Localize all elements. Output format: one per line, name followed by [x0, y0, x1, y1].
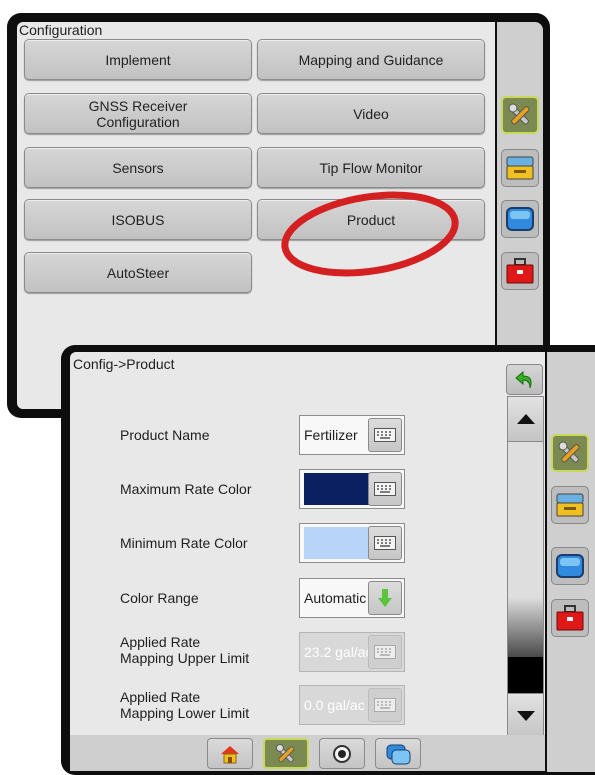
console-tab[interactable]	[501, 149, 539, 187]
product-name-field[interactable]: Fertilizer	[299, 415, 405, 455]
scroll-down-button[interactable]	[508, 693, 543, 738]
tools-icon	[558, 441, 580, 463]
toolbox-icon	[506, 258, 534, 284]
keyboard-icon	[374, 698, 396, 712]
minimum-rate-color-field[interactable]	[299, 523, 405, 563]
color-range-field[interactable]: Automatic	[299, 578, 405, 618]
highlight-circle	[281, 191, 459, 277]
maximum-rate-color-field[interactable]	[299, 469, 405, 509]
product-sidebar	[547, 352, 595, 772]
autosteer-button[interactable]: AutoSteer	[24, 252, 252, 293]
tools-tab[interactable]	[551, 434, 589, 472]
configuration-title: Configuration	[19, 22, 103, 38]
lower-limit-label: Applied Rate Mapping Lower Limit	[120, 689, 250, 721]
camera-tab[interactable]	[319, 738, 365, 769]
product-name-value: Fertilizer	[304, 427, 358, 443]
product-name-keyboard-button[interactable]	[368, 418, 402, 452]
maximum-rate-color-keyboard-button[interactable]	[368, 472, 402, 506]
color-range-label: Color Range	[120, 590, 199, 606]
minimum-rate-color-label: Minimum Rate Color	[120, 535, 248, 551]
toolbox-tab[interactable]	[551, 599, 589, 637]
keyboard-icon	[374, 482, 396, 496]
product-title: Config->Product	[73, 356, 175, 372]
back-button[interactable]	[506, 364, 543, 395]
sensors-button[interactable]: Sensors	[24, 147, 252, 188]
keyboard-icon	[374, 536, 396, 550]
upper-limit-label: Applied Rate Mapping Upper Limit	[120, 634, 250, 666]
home-tab[interactable]	[207, 738, 253, 769]
tip-flow-monitor-button[interactable]: Tip Flow Monitor	[257, 147, 485, 188]
color-range-value: Automatic	[304, 590, 367, 606]
tools-bottom-tab[interactable]	[263, 738, 309, 769]
upper-limit-field: 23.2 gal/ac	[299, 632, 405, 672]
triangle-down-icon	[516, 711, 535, 721]
screen-icon	[556, 554, 584, 578]
arrow-down-icon	[378, 589, 392, 607]
color-range-dropdown-button[interactable]	[368, 581, 402, 615]
video-button[interactable]: Video	[257, 93, 485, 134]
back-arrow-icon	[514, 370, 532, 388]
product-name-label: Product Name	[120, 427, 210, 443]
console-tab[interactable]	[551, 486, 589, 524]
product-panel: Config->Product Product Name Fertilizer …	[70, 352, 545, 738]
upper-limit-keyboard-button	[368, 635, 402, 669]
toolbox-icon	[556, 605, 584, 631]
mapping-and-guidance-button[interactable]: Mapping and Guidance	[257, 39, 485, 80]
tools-icon	[508, 103, 530, 125]
lower-limit-value: 0.0 gal/ac	[304, 697, 365, 713]
maximum-rate-color-label: Maximum Rate Color	[120, 481, 252, 497]
scrollbar[interactable]	[507, 396, 544, 738]
tools-icon	[276, 743, 295, 762]
minimum-rate-color-keyboard-button[interactable]	[368, 526, 402, 560]
isobus-button[interactable]: ISOBUS	[24, 199, 252, 240]
product-window: Config->Product Product Name Fertilizer …	[61, 345, 595, 775]
console-icon	[556, 493, 584, 517]
screen-icon	[506, 207, 534, 231]
scroll-up-button[interactable]	[508, 397, 543, 442]
toolbox-tab[interactable]	[501, 252, 539, 290]
scroll-thumb[interactable]	[508, 657, 543, 693]
screens-tab[interactable]	[375, 738, 421, 769]
screens-icon	[386, 744, 411, 764]
triangle-up-icon	[516, 414, 535, 424]
gnss-receiver-configuration-button[interactable]: GNSS Receiver Configuration	[24, 93, 252, 134]
camera-icon	[333, 744, 351, 763]
tools-tab[interactable]	[501, 96, 539, 134]
implement-button[interactable]: Implement	[24, 39, 252, 80]
home-icon	[221, 745, 239, 763]
screen-tab[interactable]	[501, 200, 539, 238]
screen-tab[interactable]	[551, 547, 589, 585]
lower-limit-field: 0.0 gal/ac	[299, 685, 405, 725]
lower-limit-keyboard-button	[368, 688, 402, 722]
console-icon	[506, 156, 534, 180]
keyboard-icon	[374, 428, 396, 442]
upper-limit-value: 23.2 gal/ac	[304, 644, 373, 660]
bottom-tab-bar	[70, 735, 545, 771]
keyboard-icon	[374, 645, 396, 659]
scroll-thumb-gradient	[508, 597, 543, 657]
